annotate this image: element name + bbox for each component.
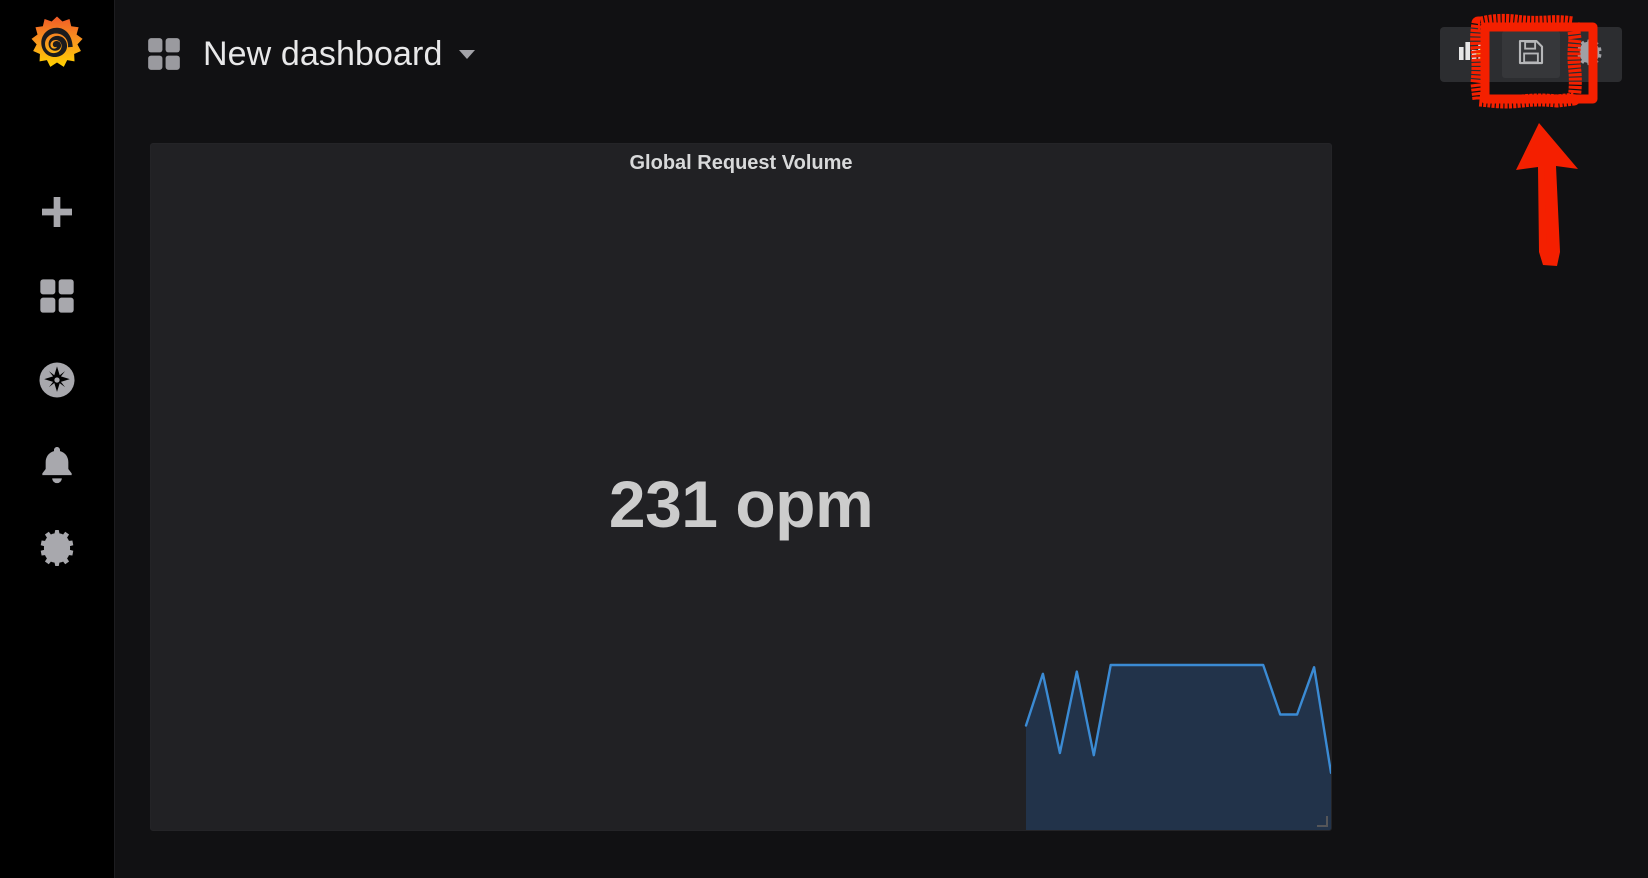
compass-icon — [36, 359, 78, 401]
grafana-logo-icon[interactable] — [25, 14, 89, 78]
sidebar-item-configuration[interactable] — [20, 506, 94, 590]
add-panel-icon — [1458, 38, 1488, 71]
dashboard-settings-button[interactable] — [1560, 31, 1618, 78]
page-title: New dashboard — [203, 34, 443, 73]
stat-value: 231 opm — [608, 467, 874, 541]
gear-icon — [1574, 37, 1605, 73]
add-panel-button[interactable] — [1444, 31, 1502, 78]
dashboard-header: New dashboard — [115, 0, 1648, 108]
chevron-down-icon[interactable] — [459, 49, 476, 59]
grafana-app: New dashboard Global Request Volume 231 … — [0, 0, 1648, 878]
bell-icon — [37, 444, 77, 484]
sidebar-item-explore[interactable] — [20, 338, 94, 422]
save-floppy-icon — [1516, 37, 1546, 72]
main-sidebar — [0, 0, 115, 878]
sidebar-item-dashboards[interactable] — [20, 254, 94, 338]
gear-icon — [36, 527, 78, 569]
sparkline-chart — [996, 645, 1331, 830]
save-dashboard-button[interactable] — [1502, 31, 1560, 78]
panel-title[interactable]: Global Request Volume — [151, 152, 1331, 175]
sidebar-item-alerting[interactable] — [20, 422, 94, 506]
dashboards-icon — [37, 276, 77, 316]
sidebar-item-create[interactable] — [20, 170, 94, 254]
dashboard-toolbar — [1440, 27, 1622, 82]
panel-global-request-volume[interactable]: Global Request Volume 231 opm — [150, 143, 1332, 831]
dashboard-title-group[interactable]: New dashboard — [145, 34, 476, 74]
panel-resize-handle[interactable] — [1316, 815, 1330, 829]
plus-icon — [37, 192, 77, 232]
dashboards-icon — [145, 35, 183, 73]
annotation-arrow-up — [1516, 123, 1578, 266]
